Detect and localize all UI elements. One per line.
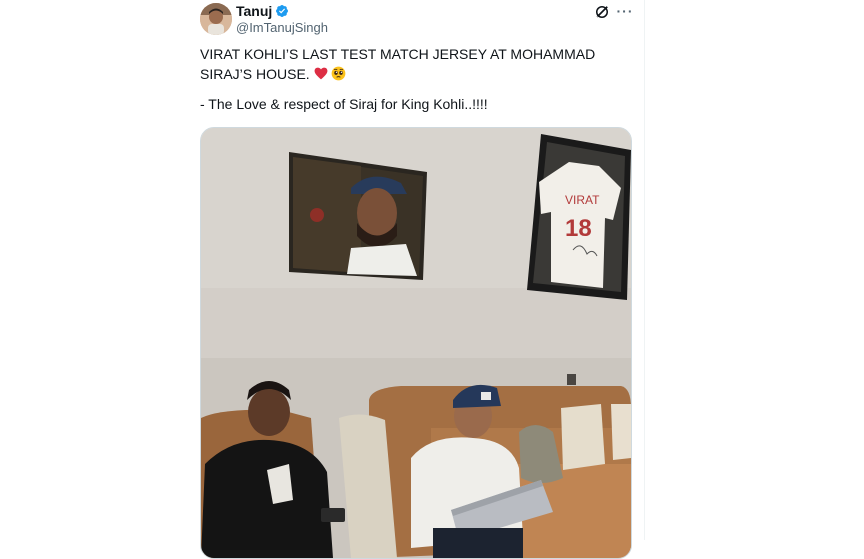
jersey-name: VIRAT	[565, 193, 600, 207]
jersey-number: 18	[565, 215, 592, 242]
tweet-card: Tanuj @ImTanujSingh ··· VIRAT KOHLI’S LA…	[186, 0, 645, 559]
author-display-name[interactable]: Tanuj	[236, 3, 272, 19]
photo-scene: VIRAT 18	[201, 128, 631, 558]
tweet-line-2: - The Love & respect of Siraj for King K…	[200, 96, 488, 112]
more-options-icon[interactable]: ···	[615, 2, 635, 20]
avatar[interactable]	[200, 3, 232, 35]
tweet-text: VIRAT KOHLI’S LAST TEST MATCH JERSEY AT …	[200, 44, 610, 114]
framed-jersey: VIRAT 18	[527, 134, 631, 300]
red-heart-icon	[314, 67, 328, 80]
verified-badge-icon	[276, 5, 289, 17]
pleading-face-icon	[332, 66, 346, 81]
framed-portrait	[289, 152, 427, 280]
tweet-line-1: VIRAT KOHLI’S LAST TEST MATCH JERSEY AT …	[200, 44, 610, 84]
tweet-line-1-text: VIRAT KOHLI’S LAST TEST MATCH JERSEY AT …	[200, 46, 596, 82]
tweet-photo[interactable]: VIRAT 18	[200, 127, 632, 559]
author-name-row: Tanuj	[236, 3, 289, 19]
author-handle[interactable]: @ImTanujSingh	[236, 20, 328, 35]
grok-icon[interactable]	[593, 3, 611, 21]
user-avatar-icon	[200, 3, 232, 35]
